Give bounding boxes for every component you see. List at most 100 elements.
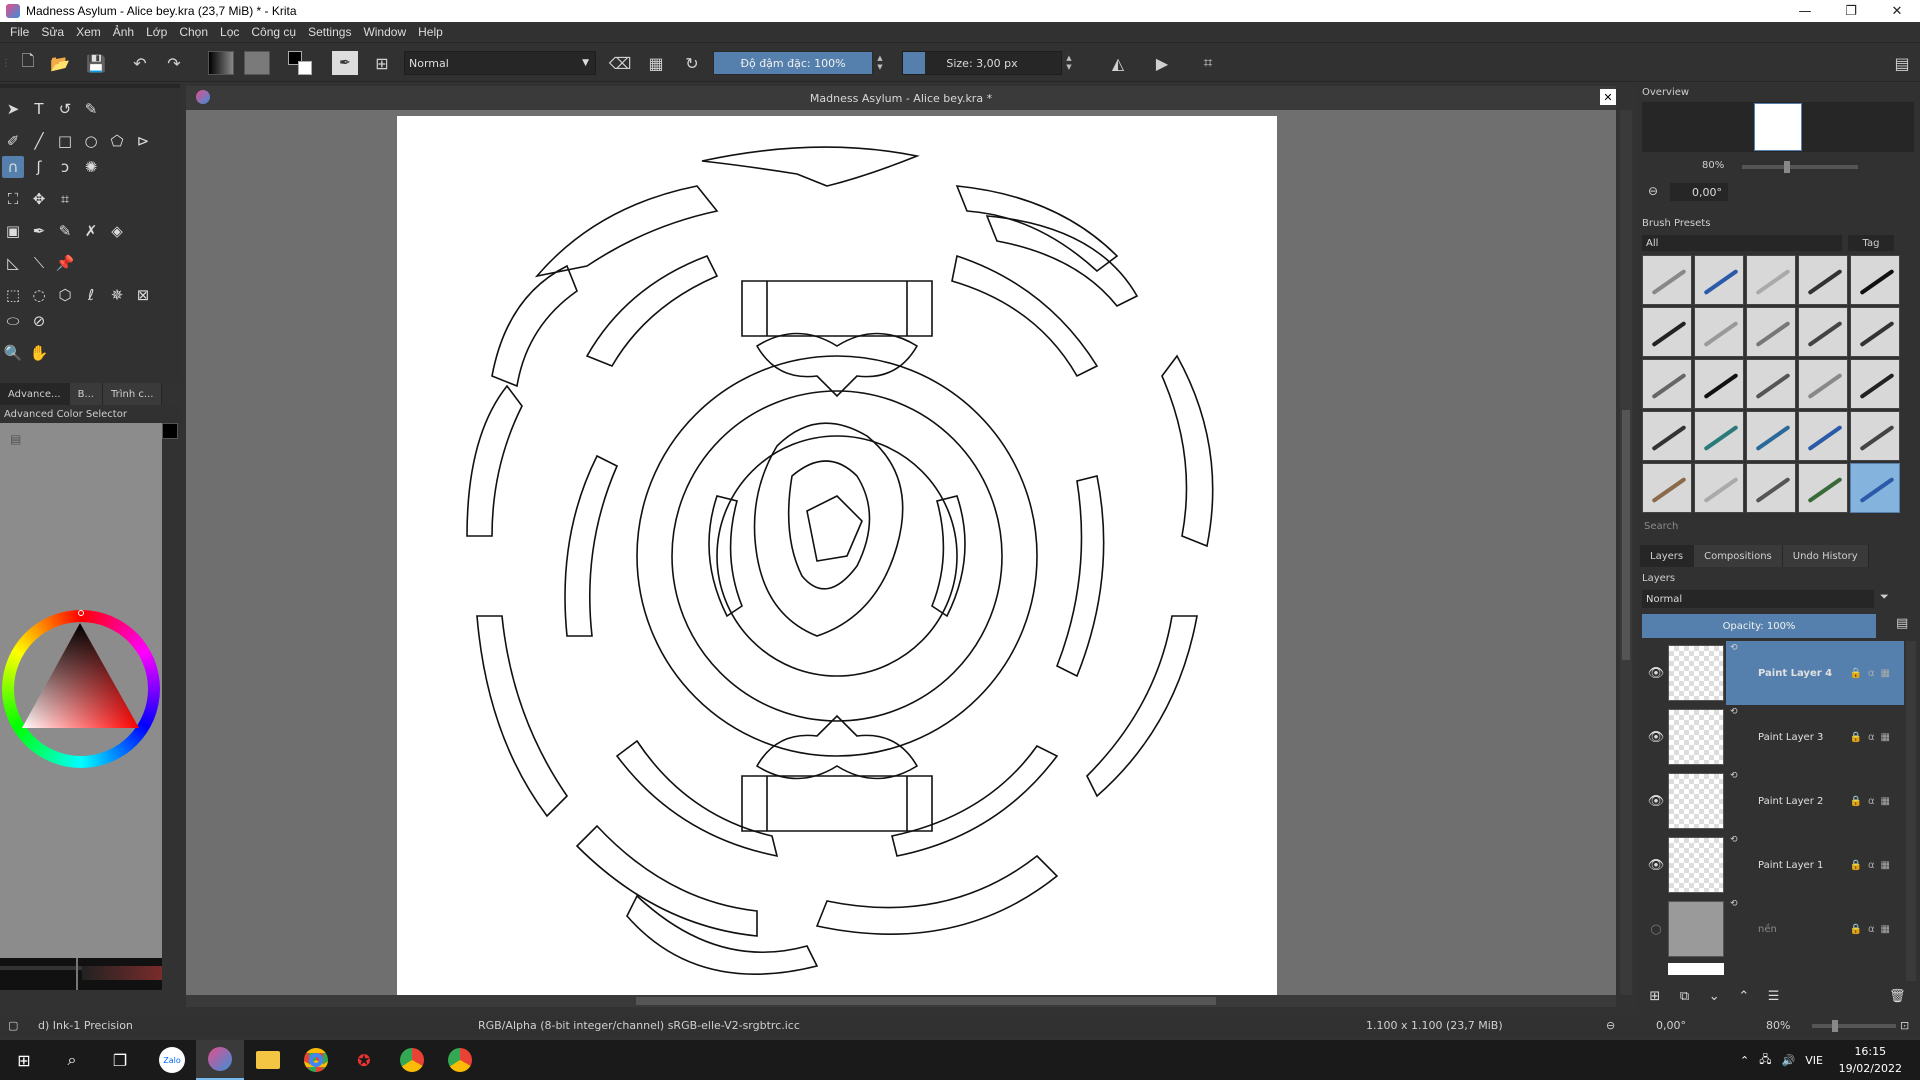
- save-document-icon[interactable]: 💾: [84, 51, 108, 75]
- garena-icon[interactable]: ✪: [340, 1040, 388, 1080]
- overview-thumbnail[interactable]: [1754, 103, 1802, 151]
- zoom-slider[interactable]: [1812, 1020, 1896, 1032]
- preset-tag-filter[interactable]: All: [1642, 235, 1842, 251]
- brush-preset-tile[interactable]: [1642, 307, 1692, 357]
- layer-options-icon[interactable]: ☰: [1761, 986, 1787, 1006]
- overview-rotation-field[interactable]: 0,00°: [1670, 183, 1728, 201]
- new-document-icon[interactable]: 🗋: [16, 51, 40, 75]
- ellipse-tool-icon[interactable]: ○: [80, 130, 102, 152]
- measure-tool-icon[interactable]: ⟍: [28, 252, 50, 274]
- mirror-horizontal-icon[interactable]: ◭: [1106, 51, 1130, 75]
- menu-edit[interactable]: Sửa: [35, 25, 70, 39]
- fg-bg-color-swatch[interactable]: [288, 51, 314, 75]
- canvas-paper[interactable]: [397, 116, 1277, 995]
- select-shapes-tool-icon[interactable]: ➤: [2, 98, 24, 120]
- menu-settings[interactable]: Settings: [302, 25, 357, 39]
- brush-preset-tile[interactable]: [1798, 307, 1848, 357]
- polyline-tool-icon[interactable]: ⊳: [132, 130, 154, 152]
- blend-mode-select[interactable]: Normal ▼: [404, 51, 596, 75]
- menu-window[interactable]: Window: [357, 25, 412, 39]
- freehand-path-tool-icon[interactable]: ʃ: [28, 156, 50, 178]
- menu-tools[interactable]: Công cụ: [245, 25, 302, 39]
- brush-preset-tile[interactable]: [1746, 359, 1796, 409]
- brush-preset-tile[interactable]: [1746, 411, 1796, 461]
- layer-blend-mode-select[interactable]: Normal: [1642, 590, 1874, 608]
- menu-layer[interactable]: Lớp: [140, 25, 173, 39]
- tab-compositions[interactable]: Compositions: [1694, 545, 1783, 567]
- eye-icon[interactable]: 👁: [1646, 730, 1666, 745]
- clock[interactable]: 16:15 19/02/2022: [1839, 1043, 1902, 1077]
- menu-select[interactable]: Chọn: [173, 25, 214, 39]
- bezier-selection-icon[interactable]: ⬭: [2, 310, 24, 332]
- undo-icon[interactable]: ↶: [128, 51, 152, 75]
- chrome-icon[interactable]: [292, 1040, 340, 1080]
- crop-tool-icon[interactable]: ⌗: [54, 188, 76, 210]
- brush-preset-tile[interactable]: [1642, 359, 1692, 409]
- language-indicator[interactable]: VIE: [1805, 1054, 1823, 1067]
- brush-preset-tile[interactable]: [1850, 359, 1900, 409]
- brush-preset-tile[interactable]: [1850, 463, 1900, 513]
- calligraphy-tool-icon[interactable]: ✎: [80, 98, 102, 120]
- menu-view[interactable]: Xem: [70, 25, 107, 39]
- volume-icon[interactable]: 🔊: [1781, 1054, 1795, 1067]
- layer-row[interactable]: ○ ⟲ nền 🔒α▦: [1642, 897, 1904, 961]
- duplicate-layer-icon[interactable]: ⧉: [1672, 986, 1698, 1006]
- tab-undo-history[interactable]: Undo History: [1782, 545, 1869, 567]
- fill-tool-icon[interactable]: ◈: [106, 220, 128, 242]
- open-document-icon[interactable]: 📂: [48, 51, 72, 75]
- chrome-profile-2-icon[interactable]: [436, 1040, 484, 1080]
- layer-row[interactable]: 👁 ⟲ Paint Layer 3 🔒α▦: [1642, 705, 1904, 769]
- tab-layers[interactable]: Layers: [1640, 545, 1695, 567]
- wrap-around-icon[interactable]: ⌗: [1196, 51, 1220, 75]
- alpha-lock-icon[interactable]: ⟲: [1730, 835, 1738, 845]
- rectangular-selection-icon[interactable]: ⬚: [2, 284, 24, 306]
- brush-preset-tile[interactable]: [1850, 255, 1900, 305]
- brush-preset-tile[interactable]: [1642, 255, 1692, 305]
- zoom-tool-icon[interactable]: 🔍: [2, 342, 24, 364]
- mirror-vertical-icon[interactable]: ▶: [1150, 51, 1174, 75]
- brush-preset-tile[interactable]: [1798, 255, 1848, 305]
- minimize-button[interactable]: —: [1782, 0, 1828, 22]
- redo-icon[interactable]: ↷: [162, 51, 186, 75]
- freehand-selection-icon[interactable]: ℓ: [80, 284, 102, 306]
- alpha-lock-icon[interactable]: ⟲: [1730, 771, 1738, 781]
- menu-file[interactable]: File: [4, 25, 35, 39]
- windows-start-icon[interactable]: ⊞: [0, 1040, 48, 1080]
- chrome-profile-icon[interactable]: [388, 1040, 436, 1080]
- contiguous-selection-icon[interactable]: ✵: [106, 284, 128, 306]
- text-tool-icon[interactable]: T: [28, 98, 50, 120]
- layer-flags-icons[interactable]: 🔒α▦: [1850, 668, 1897, 679]
- pan-tool-icon[interactable]: ✋: [28, 342, 50, 364]
- layer-row[interactable]: 👁 ⟲ Paint Layer 4 🔒α▦: [1642, 641, 1904, 705]
- tab-tool-options[interactable]: Trình c...: [103, 383, 163, 405]
- move-tool-icon[interactable]: ✥: [28, 188, 50, 210]
- color-history-strip[interactable]: [0, 958, 162, 990]
- filter-icon[interactable]: ⏷: [1880, 590, 1889, 604]
- multibrush-tool-icon[interactable]: ✺: [80, 156, 102, 178]
- preserve-alpha-icon[interactable]: ▦: [644, 51, 668, 75]
- brush-preset-tile[interactable]: [1746, 463, 1796, 513]
- brush-preset-tile[interactable]: [1798, 463, 1848, 513]
- color-picker-tool-icon[interactable]: ✒: [28, 220, 50, 242]
- zalo-app-icon[interactable]: Zalo: [148, 1040, 196, 1080]
- preset-search-input[interactable]: Search: [1642, 518, 1914, 534]
- alpha-lock-icon[interactable]: ⟲: [1730, 899, 1738, 909]
- tag-button[interactable]: Tag: [1848, 235, 1894, 251]
- workspace-grid-icon[interactable]: ⊞: [370, 51, 394, 75]
- layer-flags-icons[interactable]: 🔒α▦: [1850, 732, 1897, 743]
- line-tool-icon[interactable]: ╱: [28, 130, 50, 152]
- opacity-slider[interactable]: Độ đậm đặc: 100%: [713, 51, 873, 75]
- brush-preset-tile[interactable]: [1694, 307, 1744, 357]
- brush-preset-tile[interactable]: [1694, 463, 1744, 513]
- similar-color-selection-icon[interactable]: ⊠: [132, 284, 154, 306]
- layer-flags-icons[interactable]: 🔒α▦: [1850, 796, 1897, 807]
- brush-preset-tile[interactable]: [1746, 307, 1796, 357]
- rotation-reset-icon[interactable]: ⊖: [1606, 1019, 1615, 1032]
- brush-preset-tile[interactable]: [1798, 359, 1848, 409]
- polygonal-selection-icon[interactable]: ⬡: [54, 284, 76, 306]
- size-spin-buttons[interactable]: ▲ ▼: [1063, 51, 1075, 75]
- overview-zoom-slider[interactable]: [1742, 161, 1858, 173]
- close-window-button[interactable]: ✕: [1874, 0, 1920, 22]
- brush-preset-tile[interactable]: [1850, 411, 1900, 461]
- gradient-selector[interactable]: [208, 51, 234, 75]
